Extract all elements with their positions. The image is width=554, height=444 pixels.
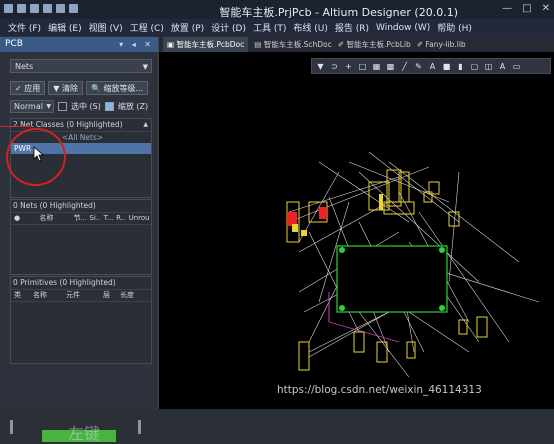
- clear-label: 清除: [61, 84, 78, 93]
- pcb-panel: PCB ▾ ◂ ✕ Nets ▼ ✓ 应用 ▼ 清除 🔍 缩放等级... Nor…: [0, 37, 159, 443]
- panel-footer: 左键: [10, 420, 152, 443]
- tab-schdoc[interactable]: ▤ 智能车主板.SchDoc: [254, 39, 332, 50]
- primitives-header: 0 Primitives (0 Highlighted): [11, 277, 151, 290]
- magnifier-icon: 🔍: [90, 84, 101, 93]
- menu-bar: 文件 (F) 编辑 (E) 视图 (V) 工程 (C) 放置 (P) 设计 (D…: [0, 19, 554, 36]
- column-header[interactable]: T...: [101, 213, 113, 224]
- window-controls[interactable]: — □ ✕: [502, 3, 550, 14]
- menu-tools[interactable]: 工具 (T): [253, 21, 286, 34]
- menu-project[interactable]: 工程 (C): [130, 21, 164, 34]
- primitives-columns: 类 名称 元件 层 长度: [11, 290, 151, 302]
- window-title: 智能车主板.PrjPcb - Altium Designer (20.0.1): [219, 6, 458, 19]
- close-button[interactable]: ✕: [542, 3, 550, 14]
- nets-section: 0 Nets (0 Highlighted) ● 名称 节... Si... T…: [10, 199, 152, 275]
- column-header[interactable]: R...: [113, 213, 125, 224]
- tab-label: 智能车主板.PcbDoc: [176, 40, 245, 49]
- watermark-text: https://blog.csdn.net/weixin_46114313: [277, 384, 482, 396]
- panel-title: PCB: [5, 39, 23, 49]
- tab-label: 智能车主板.SchDoc: [263, 40, 332, 49]
- sch-doc-icon: ▤: [254, 40, 262, 49]
- menu-reports[interactable]: 报告 (R): [335, 21, 369, 34]
- menu-help[interactable]: 帮助 (H): [437, 21, 472, 34]
- lib-icon: ✐: [337, 40, 345, 49]
- zoom-label: 缩放 (Z): [117, 102, 149, 111]
- column-header[interactable]: 类: [11, 290, 30, 301]
- chevron-down-icon: ▼: [46, 103, 51, 110]
- column-header[interactable]: 层: [100, 290, 117, 301]
- column-header[interactable]: 元件: [63, 290, 100, 301]
- document-tabs: ▣ 智能车主板.PcbDoc ▤ 智能车主板.SchDoc ✐ 智能车主板.Pc…: [159, 37, 554, 52]
- apply-label: 应用: [24, 84, 41, 93]
- highlighted-pad: [287, 212, 297, 226]
- pcb-canvas[interactable]: ▼ ⊃ + □ ▦ ▩ ╱ ✎ A ■ ▮ ▢ ◫ A ▭ https://bl…: [159, 52, 554, 409]
- filter-icon: ▼: [53, 84, 60, 93]
- maximize-button[interactable]: □: [522, 3, 531, 14]
- tab-pcblib[interactable]: ✐ 智能车主板.PcbLib: [338, 39, 411, 50]
- column-header[interactable]: 长度: [117, 290, 146, 301]
- panel-header: PCB ▾ ◂ ✕: [0, 37, 158, 52]
- scroll-handle[interactable]: [10, 420, 13, 434]
- mask-mode-dropdown[interactable]: Normal ▼: [10, 100, 54, 113]
- select-label: 选中 (S): [71, 102, 101, 111]
- nets-title: 0 Nets (0 Highlighted): [13, 201, 96, 210]
- options-row: Normal ▼ 选中 (S) 缩放 (Z): [10, 100, 148, 113]
- column-header[interactable]: Si...: [86, 213, 100, 224]
- menu-route[interactable]: 布线 (U): [293, 21, 327, 34]
- tab-label: 智能车主板.PcbLib: [346, 40, 411, 49]
- menu-window[interactable]: Window (W): [376, 23, 430, 33]
- menu-place[interactable]: 放置 (P): [171, 21, 204, 34]
- pcb-doc-icon: ▣: [167, 40, 175, 49]
- zoom-level-label: 缩放等级...: [103, 84, 144, 93]
- scroll-handle[interactable]: [138, 420, 141, 434]
- primitives-section: 0 Primitives (0 Highlighted) 类 名称 元件 层 长…: [10, 276, 152, 364]
- board-outline: [336, 245, 448, 313]
- zoom-level-button[interactable]: 🔍 缩放等级...: [85, 81, 149, 95]
- minimize-button[interactable]: —: [502, 3, 512, 14]
- apply-button[interactable]: ✓ 应用: [10, 81, 46, 95]
- column-header[interactable]: Unrou: [126, 213, 151, 224]
- zoom-checkbox[interactable]: [104, 102, 114, 111]
- chevron-down-icon: ▼: [142, 63, 148, 71]
- select-checkbox[interactable]: [58, 102, 67, 111]
- panel-mode-dropdown[interactable]: Nets ▼: [10, 59, 152, 73]
- title-bar: 智能车主板.PrjPcb - Altium Designer (20.0.1) …: [0, 0, 554, 19]
- menu-edit[interactable]: 编辑 (E): [48, 21, 82, 34]
- nets-columns: ● 名称 节... Si... T... R... Unrou: [11, 213, 151, 225]
- panel-mode-value: Nets: [15, 62, 34, 71]
- column-header[interactable]: 节...: [70, 213, 86, 224]
- primitives-title: 0 Primitives (0 Highlighted): [13, 278, 116, 287]
- lib-icon: ✐: [416, 40, 424, 49]
- panel-controls[interactable]: ▾ ◂ ✕: [119, 37, 154, 52]
- overlay-caption: 左键: [68, 424, 101, 443]
- column-header[interactable]: 名称: [30, 290, 63, 301]
- tab-fany-lib[interactable]: ✐ Fany-lib.lib: [417, 40, 466, 49]
- column-header[interactable]: 名称: [36, 213, 70, 224]
- red-annotation-line: [0, 126, 32, 127]
- tab-pcbdoc[interactable]: ▣ 智能车主板.PcbDoc: [163, 37, 249, 52]
- clear-button[interactable]: ▼ 清除: [48, 81, 83, 95]
- tab-label: Fany-lib.lib: [425, 40, 466, 49]
- menu-design[interactable]: 设计 (D): [211, 21, 246, 34]
- mask-mode-value: Normal: [14, 102, 43, 111]
- nets-header: 0 Nets (0 Highlighted): [11, 200, 151, 213]
- menu-view[interactable]: 视图 (V): [89, 21, 123, 34]
- chevron-up-icon[interactable]: ▲: [143, 119, 148, 131]
- pcb-board-drawing: [286, 151, 540, 378]
- mouse-cursor-icon: [33, 146, 45, 162]
- menu-file[interactable]: 文件 (F): [8, 21, 41, 34]
- panel-button-row: ✓ 应用 ▼ 清除 🔍 缩放等级...: [10, 81, 149, 95]
- check-icon: ✓: [15, 84, 22, 93]
- column-header[interactable]: ●: [11, 213, 36, 224]
